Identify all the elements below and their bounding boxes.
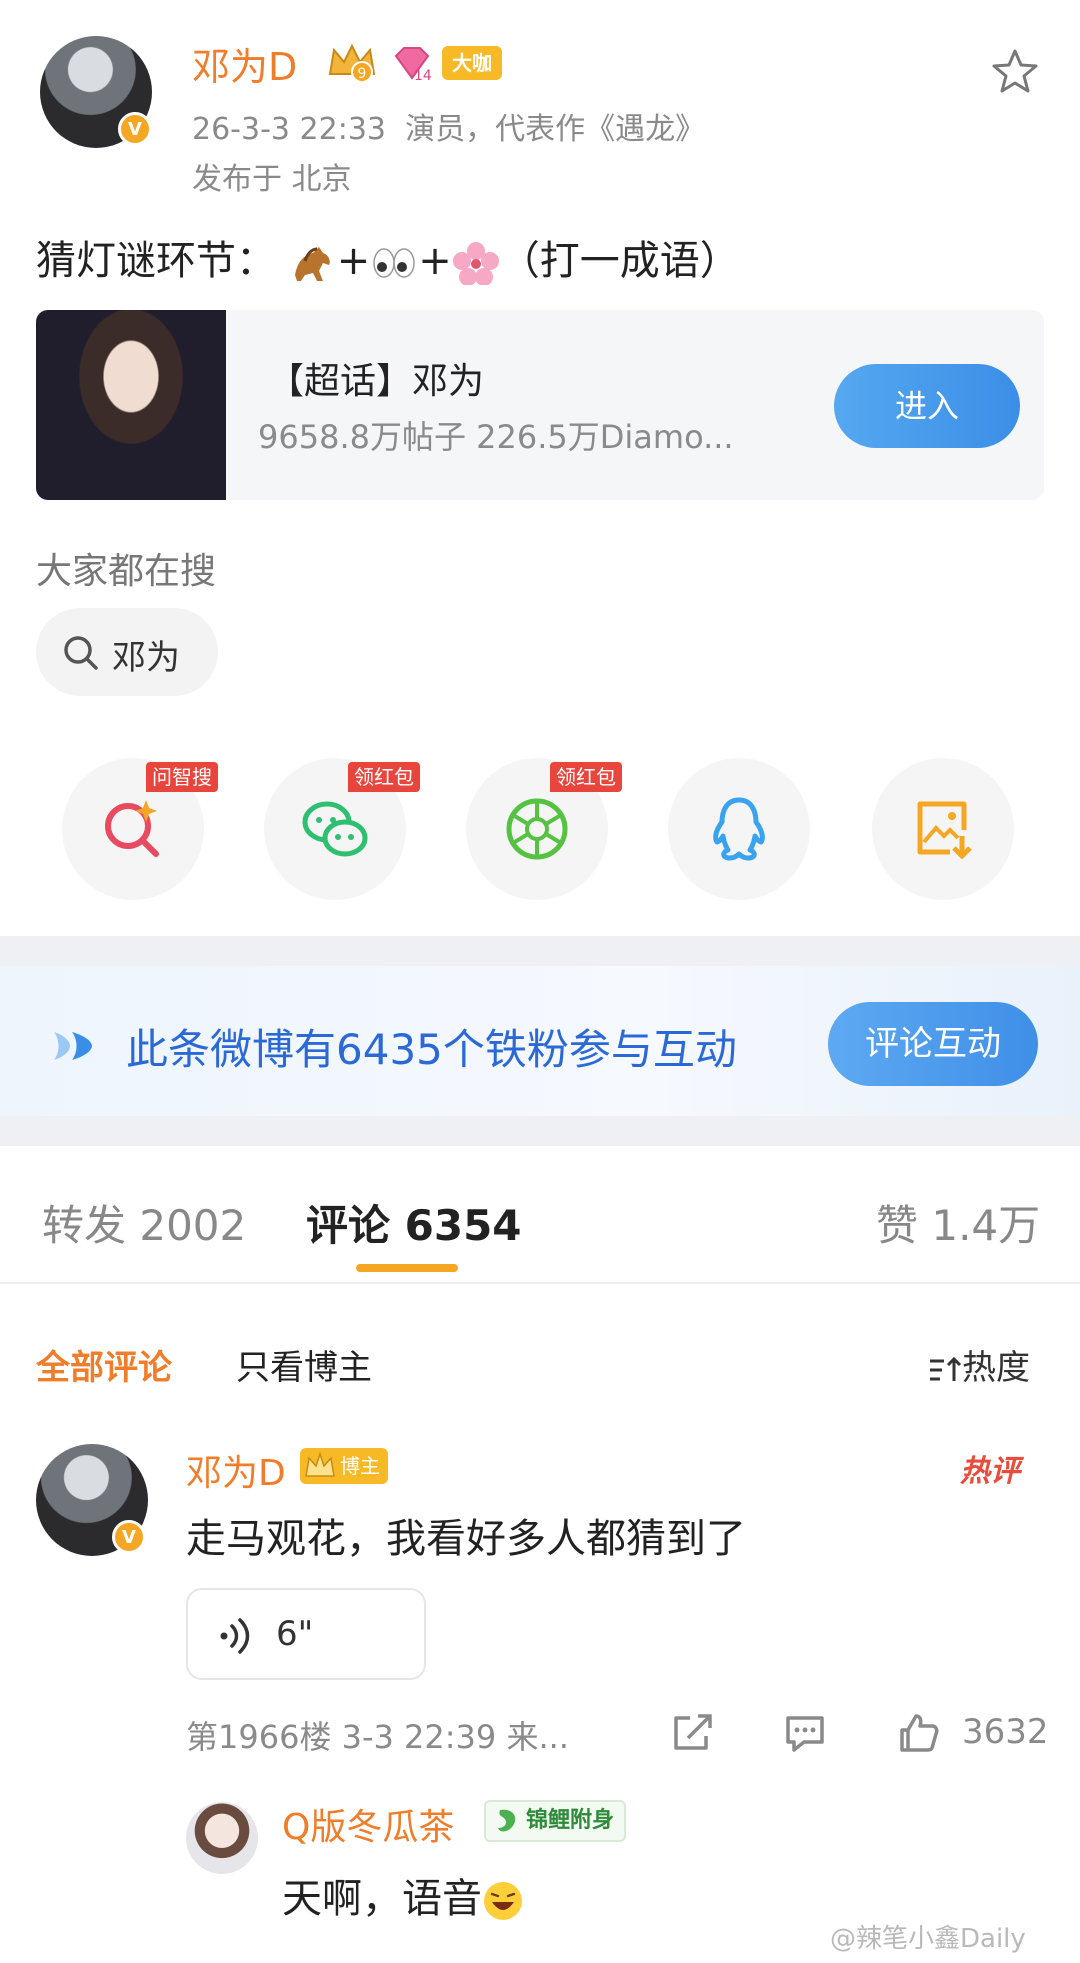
voice-wave-icon xyxy=(220,1618,250,1654)
comment-interact-button[interactable]: 评论互动 xyxy=(828,1002,1038,1086)
host-badge-text: 博主 xyxy=(340,1454,380,1478)
tabs-divider xyxy=(0,1282,1080,1284)
wechat-icon xyxy=(302,801,368,857)
post-location: 发布于 北京 xyxy=(192,162,352,197)
post-text-prefix: 猜灯谜环节： xyxy=(36,238,276,284)
section-divider xyxy=(0,1116,1080,1146)
share-comment-icon[interactable] xyxy=(670,1712,716,1754)
like-comment-icon[interactable] xyxy=(896,1712,942,1754)
search-chip-text: 邓为 xyxy=(112,638,180,678)
tab-repost[interactable]: 转发 2002 xyxy=(42,1192,246,1253)
voice-duration: 6" xyxy=(276,1614,314,1654)
plus-2: + xyxy=(418,238,452,284)
diamond-badge-icon: 14 xyxy=(394,47,432,84)
share-save-image-button[interactable] xyxy=(872,758,1014,900)
reply-text: 天啊，语音 xyxy=(282,1866,524,1924)
diamond-level: 14 xyxy=(414,68,432,84)
comment-like-count: 3632 xyxy=(962,1712,1049,1752)
fans-interaction-text: 此条微博有6435个铁粉参与互动 xyxy=(126,1025,737,1074)
comment-text: 走马观花，我看好多人都猜到了 xyxy=(186,1516,746,1562)
host-crown-icon xyxy=(305,1452,335,1477)
supertopic-stats: 9658.8万帖子 226.5万Diamo... xyxy=(258,418,734,456)
hot-comment-tag: 热评 xyxy=(960,1454,1020,1489)
laughing-emoji-icon xyxy=(484,1882,522,1920)
author-bio: 演员，代表作《遇龙》 xyxy=(405,112,706,147)
weibo-post-detail: { "post": { "author": "邓为D", "level_badg… xyxy=(0,0,1080,1963)
favorite-star-icon[interactable] xyxy=(990,46,1040,96)
qq-icon xyxy=(713,797,765,861)
active-tab-indicator xyxy=(356,1264,458,1272)
section-divider xyxy=(0,936,1080,966)
reply-comment-icon[interactable] xyxy=(782,1712,828,1754)
verified-badge-icon: V xyxy=(118,112,152,146)
enter-button[interactable]: 进入 xyxy=(834,364,1020,448)
sort-icon xyxy=(930,1356,962,1381)
watermark: @辣笔小鑫Daily xyxy=(830,1924,1026,1954)
replier-avatar[interactable] xyxy=(186,1802,258,1874)
daka-badge: 大咖 xyxy=(442,46,502,80)
replier-name[interactable]: Q版冬瓜茶 xyxy=(282,1798,454,1850)
moments-icon xyxy=(506,798,568,860)
author-name[interactable]: 邓为D xyxy=(192,36,297,91)
search-chip[interactable]: 邓为 xyxy=(36,608,218,696)
tab-comments[interactable]: 评论 6354 xyxy=(306,1192,522,1253)
commenter-verified-icon: V xyxy=(112,1520,146,1554)
voice-message[interactable]: 6" xyxy=(186,1588,426,1680)
search-icon xyxy=(64,636,98,670)
tab-likes[interactable]: 赞 1.4万 xyxy=(876,1192,1040,1253)
koi-badge: 锦鲤附身 xyxy=(484,1800,627,1842)
comment-meta: 第1966楼 3-3 22:39 来... xyxy=(186,1718,569,1756)
eyes-emoji-icon xyxy=(373,248,415,278)
save-image-icon xyxy=(917,801,972,860)
reply-text-content: 天啊，语音 xyxy=(282,1876,482,1922)
supertopic-title: 【超话】邓为 xyxy=(268,361,485,402)
post-time-bio: 26-3-3 22:33 演员，代表作《遇龙》 xyxy=(192,104,705,148)
post-text: 猜灯谜环节： + + （打一成语） xyxy=(36,228,740,286)
plus-1: + xyxy=(336,238,371,284)
sort-label: 热度 xyxy=(962,1348,1030,1388)
post-time: 26-3-3 22:33 xyxy=(192,112,386,147)
share-tag-ai-search: 问智搜 xyxy=(146,762,218,792)
cherry-blossom-emoji-icon xyxy=(452,242,499,285)
share-qq-button[interactable] xyxy=(668,758,810,900)
host-badge: 博主 xyxy=(300,1448,388,1484)
supertopic-cover-image xyxy=(36,310,226,500)
crown-level: 9 xyxy=(358,66,367,82)
horse-emoji-icon xyxy=(294,247,330,281)
supertopic-card[interactable]: 【超话】邓为 9658.8万帖子 226.5万Diamo... 进入 xyxy=(36,310,1044,500)
crown-badge-icon: 9 xyxy=(328,43,376,83)
post-text-suffix: （打一成语） xyxy=(499,238,740,284)
share-tag-wechat: 领红包 xyxy=(348,762,420,792)
koi-badge-text: 锦鲤附身 xyxy=(526,1808,615,1833)
koi-icon xyxy=(498,1809,516,1832)
commenter-name[interactable]: 邓为D xyxy=(186,1444,286,1496)
fans-double-chevron-icon xyxy=(54,1032,92,1060)
share-tag-moments: 领红包 xyxy=(550,762,622,792)
filter-author-only[interactable]: 只看博主 xyxy=(236,1340,372,1389)
ai-search-icon xyxy=(105,800,159,857)
trending-search-label: 大家都在搜 xyxy=(36,551,217,592)
filter-all-comments[interactable]: 全部评论 xyxy=(36,1340,172,1389)
sort-by-hot[interactable]: 热度 xyxy=(928,1340,1030,1389)
